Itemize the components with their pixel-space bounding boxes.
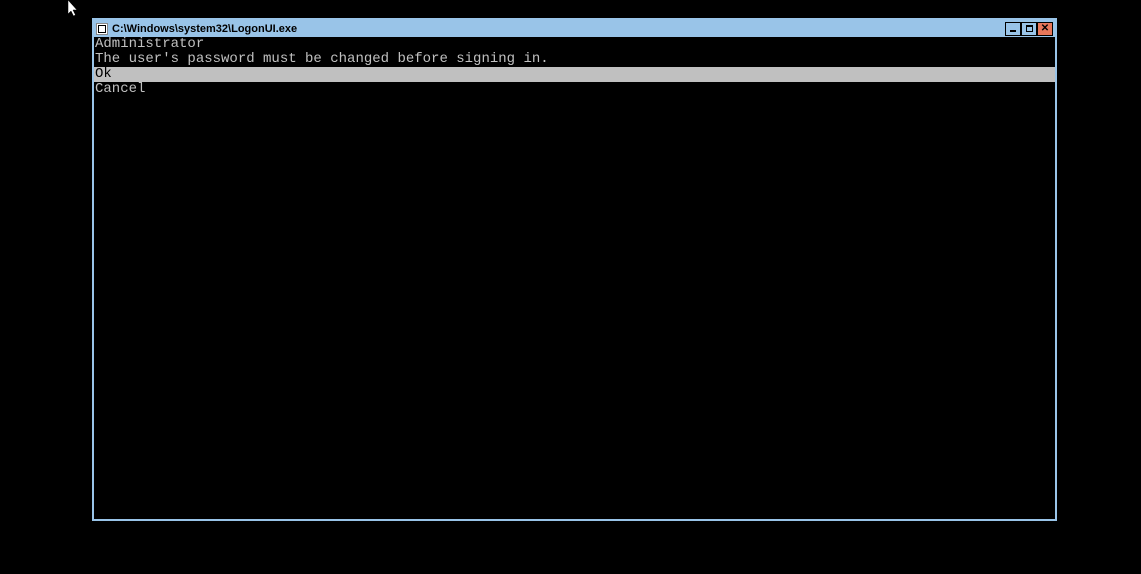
window-icon [96, 23, 108, 35]
minimize-button[interactable] [1005, 22, 1021, 36]
message-line: The user's password must be changed befo… [94, 52, 1055, 67]
username-line: Administrator [94, 37, 1055, 52]
ok-option[interactable]: Ok [94, 67, 1055, 82]
console-window: C:\Windows\system32\LogonUI.exe ✕ Admini… [92, 18, 1057, 521]
window-title: C:\Windows\system32\LogonUI.exe [112, 23, 1001, 35]
close-icon: ✕ [1041, 24, 1049, 34]
cancel-option[interactable]: Cancel [94, 82, 1055, 97]
minimize-icon [1010, 30, 1016, 32]
window-controls: ✕ [1005, 22, 1053, 36]
mouse-cursor [68, 0, 80, 18]
console-client-area: Administrator The user's password must b… [94, 37, 1055, 519]
maximize-button[interactable] [1021, 22, 1037, 36]
maximize-icon [1026, 25, 1033, 32]
titlebar[interactable]: C:\Windows\system32\LogonUI.exe ✕ [94, 20, 1055, 37]
close-button[interactable]: ✕ [1037, 22, 1053, 36]
